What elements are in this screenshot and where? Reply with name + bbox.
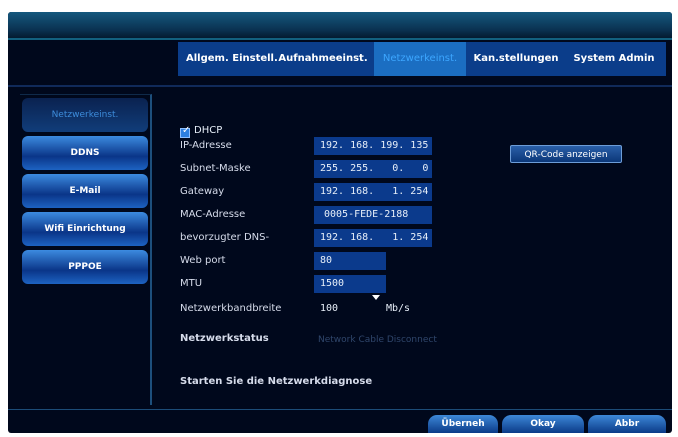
mtu-label: MTU bbox=[180, 278, 203, 289]
footer-divider bbox=[8, 409, 672, 410]
dhcp-label: DHCP bbox=[194, 125, 223, 136]
show-qr-code-button[interactable]: QR-Code anzeigen bbox=[510, 145, 622, 163]
tab-bar: Allgem. Einstell. Aufnahmeeinst. Netzwer… bbox=[178, 42, 666, 76]
mac-address-label: MAC-Adresse bbox=[180, 209, 246, 220]
chevron-down-icon bbox=[372, 295, 380, 300]
mtu-dropdown[interactable]: 1500 bbox=[314, 275, 386, 293]
network-diagnosis-link[interactable]: Starten Sie die Netzwerkdiagnose bbox=[180, 376, 372, 387]
subnet-mask-label: Subnet-Maske bbox=[180, 163, 251, 174]
preferred-dns-field[interactable]: 192. 168. 1. 254 bbox=[314, 229, 432, 247]
sidebar-item-wifi[interactable]: Wifi Einrichtung bbox=[22, 212, 148, 246]
gateway-label: Gateway bbox=[180, 186, 225, 197]
bandwidth-value: 100 bbox=[320, 303, 339, 314]
sidebar-item-pppoe[interactable]: PPPOE bbox=[22, 250, 148, 284]
sidebar: Netzwerkeinst. DDNS E-Mail Wifi Einricht… bbox=[20, 94, 152, 405]
preferred-dns-label: bevorzugter DNS- bbox=[180, 232, 270, 243]
tab-system-admin[interactable]: System Admin bbox=[566, 42, 662, 76]
bandwidth-label: Netzwerkbandbreite bbox=[180, 303, 282, 314]
tab-channel-settings[interactable]: Kan.stellungen bbox=[468, 42, 564, 76]
checkmark-icon: ✓ bbox=[182, 125, 191, 136]
ip-address-label: IP-Adresse bbox=[180, 140, 232, 151]
cancel-button[interactable]: Abbr bbox=[588, 415, 666, 433]
settings-screen: Allgem. Einstell. Aufnahmeeinst. Netzwer… bbox=[8, 12, 672, 433]
apply-button[interactable]: Überneh bbox=[428, 415, 498, 433]
top-bar bbox=[8, 12, 672, 38]
gateway-field[interactable]: 192. 168. 1. 254 bbox=[314, 183, 432, 201]
sidebar-item-network[interactable]: Netzwerkeinst. bbox=[22, 98, 148, 132]
sidebar-item-email[interactable]: E-Mail bbox=[22, 174, 148, 208]
dhcp-checkbox[interactable]: ✓ bbox=[180, 125, 191, 138]
network-status-value: Network Cable Disconnect bbox=[318, 335, 437, 345]
header-divider bbox=[8, 85, 672, 87]
web-port-label: Web port bbox=[180, 255, 226, 266]
tab-general-settings[interactable]: Allgem. Einstell. bbox=[186, 42, 278, 76]
web-port-field[interactable]: 80 bbox=[314, 252, 386, 270]
tab-recording-settings[interactable]: Aufnahmeeinst. bbox=[274, 42, 372, 76]
tab-network-settings[interactable]: Netzwerkeinst. bbox=[374, 42, 466, 76]
subnet-mask-field[interactable]: 255. 255. 0. 0 bbox=[314, 160, 432, 178]
top-bar-line bbox=[8, 38, 672, 40]
network-status-label: Netzwerkstatus bbox=[180, 333, 269, 344]
mtu-value: 1500 bbox=[320, 278, 345, 289]
bandwidth-unit: Mb/s bbox=[386, 303, 411, 314]
ip-address-field[interactable]: 192. 168. 199. 135 bbox=[314, 137, 432, 155]
mac-address-field: 0005-FEDE-2188 bbox=[314, 206, 432, 224]
ok-button[interactable]: Okay bbox=[502, 415, 584, 433]
sidebar-item-ddns[interactable]: DDNS bbox=[22, 136, 148, 170]
page-frame: Allgem. Einstell. Aufnahmeeinst. Netzwer… bbox=[0, 0, 678, 437]
